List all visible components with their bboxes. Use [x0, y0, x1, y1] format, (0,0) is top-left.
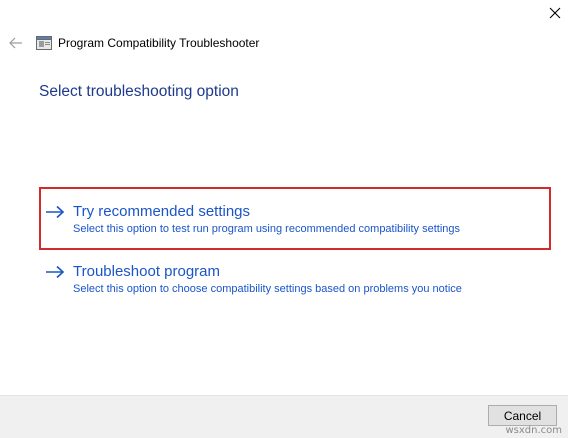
cancel-button[interactable]: Cancel [488, 405, 557, 426]
back-arrow-icon [9, 37, 22, 49]
close-icon [549, 7, 561, 19]
right-arrow-icon [45, 264, 65, 280]
title-bar: Program Compatibility Troubleshooter [8, 33, 259, 53]
back-button[interactable] [8, 35, 24, 51]
window-title: Program Compatibility Troubleshooter [58, 36, 260, 50]
right-arrow-icon [45, 204, 65, 220]
option-try-recommended-settings[interactable]: Try recommended settings Select this opt… [39, 187, 551, 250]
option-troubleshoot-program[interactable]: Troubleshoot program Select this option … [39, 263, 551, 307]
troubleshooter-window: Program Compatibility Troubleshooter Sel… [0, 0, 568, 438]
option-description: Select this option to test run program u… [73, 223, 461, 235]
option-title[interactable]: Troubleshoot program [73, 263, 220, 280]
watermark: wsxdn.com [505, 425, 562, 436]
option-description: Select this option to choose compatibili… [73, 283, 462, 295]
close-button[interactable] [544, 2, 566, 24]
footer-bar: Cancel [0, 395, 568, 438]
page-heading: Select troubleshooting option [39, 83, 239, 100]
program-compatibility-icon [36, 36, 52, 50]
option-title[interactable]: Try recommended settings [73, 203, 250, 220]
